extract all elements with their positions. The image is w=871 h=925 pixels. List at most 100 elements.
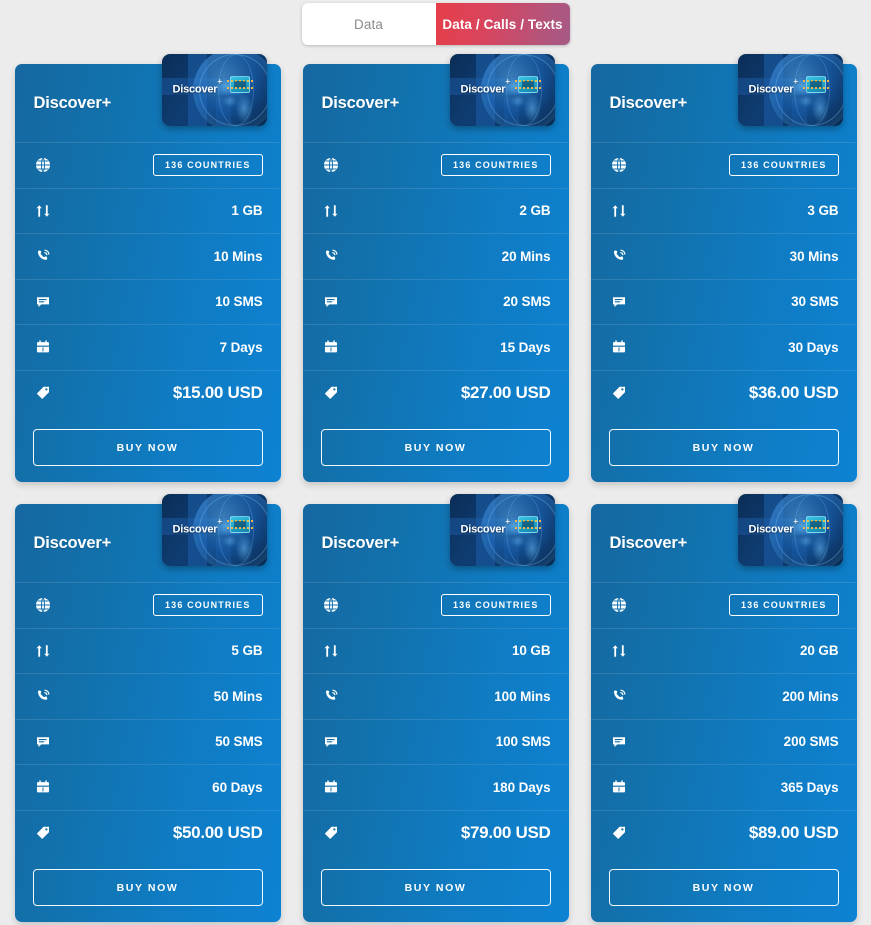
row-value-calls: 20 Mins: [501, 248, 551, 264]
card-header: Discover+ Discover+: [15, 494, 281, 582]
buy-button-container: BUY NOW: [591, 415, 857, 466]
message-icon: [609, 732, 629, 752]
price-tag-icon: [321, 383, 341, 403]
buy-now-button[interactable]: BUY NOW: [320, 429, 551, 466]
sim-card-image: Discover+: [161, 54, 267, 126]
row-data: 2 GB: [302, 187, 569, 234]
price-tag-icon: [609, 383, 629, 403]
calendar-icon: [609, 777, 629, 797]
plan-card-4[interactable]: Discover+ Discover+ 136 COUNTRIES 5 GB 5…: [14, 494, 281, 922]
row-data: 10 GB: [302, 627, 569, 674]
data-transfer-icon: [321, 201, 341, 221]
coverage-badge: 136 COUNTRIES: [441, 154, 551, 177]
globe-icon: [33, 595, 53, 615]
row-value-calls: 30 Mins: [789, 248, 839, 264]
coverage-badge: 136 COUNTRIES: [729, 154, 839, 177]
row-value-validity: 30 Days: [788, 339, 839, 355]
sim-card-image: Discover+: [449, 494, 555, 566]
data-transfer-icon: [33, 641, 53, 661]
buy-now-button[interactable]: BUY NOW: [320, 869, 551, 906]
row-coverage: 136 COUNTRIES: [14, 582, 281, 628]
row-value-calls: 100 Mins: [494, 688, 551, 704]
card-header: Discover+ Discover+: [303, 54, 569, 142]
coverage-badge: 136 COUNTRIES: [153, 154, 263, 177]
plan-title: Discover+: [321, 93, 400, 112]
plan-card-3[interactable]: Discover+ Discover+ 136 COUNTRIES 3 GB 3…: [590, 54, 857, 482]
row-value-data: 2 GB: [519, 203, 551, 219]
sim-chip-core: [809, 521, 822, 528]
row-validity: 365 Days: [590, 764, 857, 810]
row-data: 1 GB: [14, 187, 281, 234]
row-value-calls: 200 Mins: [782, 688, 839, 704]
data-transfer-icon: [33, 201, 53, 221]
row-data: 5 GB: [14, 627, 281, 674]
sim-card-image: Discover+: [449, 54, 555, 126]
plan-title: Discover+: [609, 533, 688, 552]
row-calls: 200 Mins: [590, 673, 857, 719]
data-transfer-icon: [609, 641, 629, 661]
sim-chip-core: [233, 521, 246, 528]
row-calls: 10 Mins: [14, 233, 281, 279]
plan-title: Discover+: [33, 93, 112, 112]
plan-card-5[interactable]: Discover+ Discover+ 136 COUNTRIES 10 GB …: [302, 494, 569, 922]
plan-type-toggle[interactable]: Data Data / Calls / Texts: [301, 3, 570, 45]
phone-icon: [321, 686, 341, 706]
calendar-icon: [33, 337, 53, 357]
card-header: Discover+ Discover+: [15, 54, 281, 142]
row-value-texts: 50 SMS: [215, 734, 263, 750]
row-data: 3 GB: [590, 187, 857, 234]
price-tag-icon: [321, 823, 341, 843]
coverage-badge: 136 COUNTRIES: [441, 594, 551, 617]
row-coverage: 136 COUNTRIES: [590, 582, 857, 628]
row-coverage: 136 COUNTRIES: [590, 142, 857, 188]
coverage-badge: 136 COUNTRIES: [729, 594, 839, 617]
row-value-price: $15.00 USD: [172, 382, 263, 402]
phone-icon: [321, 246, 341, 266]
phone-icon: [33, 686, 53, 706]
phone-icon: [609, 246, 629, 266]
calendar-icon: [321, 337, 341, 357]
globe-icon: [609, 595, 629, 615]
row-value-validity: 15 Days: [500, 339, 551, 355]
row-value-price: $27.00 USD: [460, 382, 551, 402]
plan-card-2[interactable]: Discover+ Discover+ 136 COUNTRIES 2 GB 2…: [302, 54, 569, 482]
row-price: $89.00 USD: [590, 809, 857, 856]
row-calls: 50 Mins: [14, 673, 281, 719]
row-price: $79.00 USD: [302, 809, 569, 856]
buy-now-button[interactable]: BUY NOW: [608, 869, 839, 906]
sim-chip-icon: [226, 516, 253, 533]
data-transfer-icon: [609, 201, 629, 221]
row-value-price: $36.00 USD: [748, 382, 839, 402]
row-value-validity: 180 Days: [492, 779, 551, 795]
coverage-badge: 136 COUNTRIES: [153, 594, 263, 617]
plan-title: Discover+: [33, 533, 112, 552]
price-tag-icon: [33, 823, 53, 843]
row-price: $36.00 USD: [590, 369, 857, 416]
row-value-price: $89.00 USD: [748, 822, 839, 842]
price-tag-icon: [33, 383, 53, 403]
row-value-texts: 30 SMS: [791, 294, 839, 310]
tab-data[interactable]: Data: [301, 3, 436, 45]
plan-type-toggle-container: Data Data / Calls / Texts: [0, 0, 871, 45]
price-tag-icon: [609, 823, 629, 843]
tab-data-calls-texts[interactable]: Data / Calls / Texts: [435, 3, 570, 45]
card-header: Discover+ Discover+: [591, 494, 857, 582]
row-coverage: 136 COUNTRIES: [302, 142, 569, 188]
plan-card-1[interactable]: Discover+ Discover+ 136 COUNTRIES 1 GB 1…: [14, 54, 281, 482]
sim-chip-core: [521, 521, 534, 528]
row-value-calls: 50 Mins: [213, 688, 263, 704]
message-icon: [321, 292, 341, 312]
buy-now-button[interactable]: BUY NOW: [608, 429, 839, 466]
row-texts: 200 SMS: [590, 718, 857, 765]
row-data: 20 GB: [590, 627, 857, 674]
buy-now-button[interactable]: BUY NOW: [32, 869, 263, 906]
plan-card-6[interactable]: Discover+ Discover+ 136 COUNTRIES 20 GB …: [590, 494, 857, 922]
calendar-icon: [609, 337, 629, 357]
row-value-data: 10 GB: [511, 643, 551, 659]
row-value-calls: 10 Mins: [213, 248, 263, 264]
sim-brand-label: Discover+: [460, 517, 511, 536]
message-icon: [33, 292, 53, 312]
row-value-data: 3 GB: [807, 203, 839, 219]
row-value-texts: 20 SMS: [503, 294, 551, 310]
buy-now-button[interactable]: BUY NOW: [32, 429, 263, 466]
